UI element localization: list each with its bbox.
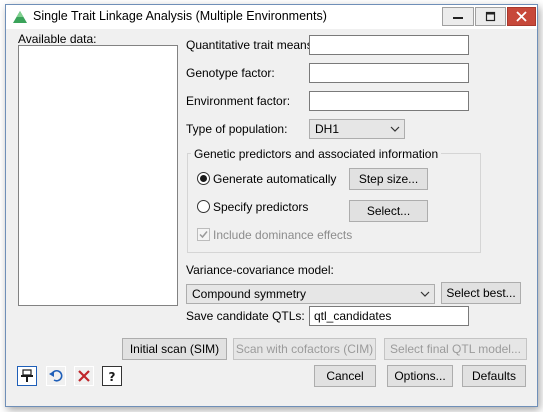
pin-button[interactable] — [17, 366, 37, 386]
generate-automatically-label[interactable]: Generate automatically — [213, 172, 336, 186]
initial-scan-button[interactable]: Initial scan (SIM) — [122, 338, 227, 360]
genotype-factor-input[interactable] — [309, 63, 469, 83]
close-icon — [516, 11, 527, 22]
close-button[interactable] — [507, 7, 536, 26]
maximize-button[interactable] — [475, 7, 506, 26]
dominance-checkbox[interactable] — [197, 228, 210, 241]
clear-icon — [78, 370, 90, 382]
title-bar[interactable]: Single Trait Linkage Analysis (Multiple … — [6, 5, 537, 29]
population-type-value: DH1 — [315, 122, 340, 136]
save-qtls-input[interactable]: qtl_candidates — [309, 306, 469, 326]
select-final-qtl-button[interactable]: Select final QTL model... — [384, 338, 527, 360]
vcov-model-select[interactable]: Compound symmetry — [186, 284, 435, 304]
vcov-model-value: Compound symmetry — [192, 287, 307, 301]
available-data-label: Available data: — [18, 32, 97, 46]
chevron-down-icon — [420, 288, 430, 302]
minimize-button[interactable] — [442, 7, 474, 26]
specify-predictors-radio[interactable] — [197, 200, 210, 213]
population-type-label: Type of population: — [186, 122, 288, 136]
svg-text:?: ? — [109, 370, 116, 384]
genotype-factor-label: Genotype factor: — [186, 66, 275, 80]
available-data-list[interactable] — [18, 45, 178, 306]
undo-button[interactable] — [46, 366, 66, 386]
window-title: Single Trait Linkage Analysis (Multiple … — [33, 9, 327, 23]
help-button[interactable]: ? — [102, 366, 122, 386]
clear-button[interactable] — [74, 366, 94, 386]
checkmark-icon — [199, 231, 208, 239]
pin-icon — [21, 369, 33, 382]
defaults-button[interactable]: Defaults — [462, 365, 526, 387]
undo-icon — [49, 370, 63, 382]
cancel-button[interactable]: Cancel — [314, 365, 376, 387]
dominance-label: Include dominance effects — [213, 228, 353, 242]
select-best-button[interactable]: Select best... — [441, 282, 521, 304]
options-button[interactable]: Options... — [387, 365, 453, 387]
trait-means-input[interactable] — [309, 35, 469, 55]
minimize-icon — [453, 17, 463, 19]
genetic-predictors-group-title: Genetic predictors and associated inform… — [191, 147, 442, 161]
trait-means-label: Quantitative trait means: — [186, 38, 317, 52]
dialog-window: Single Trait Linkage Analysis (Multiple … — [5, 4, 538, 407]
step-size-button[interactable]: Step size... — [349, 168, 428, 190]
scan-cofactors-button[interactable]: Scan with cofactors (CIM) — [233, 338, 376, 360]
triangle-logo-icon — [12, 10, 28, 27]
chevron-down-icon — [390, 123, 400, 137]
vcov-model-label: Variance-covariance model: — [186, 263, 334, 277]
generate-automatically-radio[interactable] — [197, 172, 210, 185]
select-predictors-button[interactable]: Select... — [349, 200, 428, 222]
environment-factor-label: Environment factor: — [186, 94, 291, 108]
specify-predictors-label[interactable]: Specify predictors — [213, 200, 308, 214]
population-type-select[interactable]: DH1 — [309, 119, 405, 139]
environment-factor-input[interactable] — [309, 91, 469, 111]
help-icon: ? — [109, 370, 116, 384]
maximize-icon — [485, 11, 496, 22]
save-qtls-label: Save candidate QTLs: — [186, 309, 305, 323]
